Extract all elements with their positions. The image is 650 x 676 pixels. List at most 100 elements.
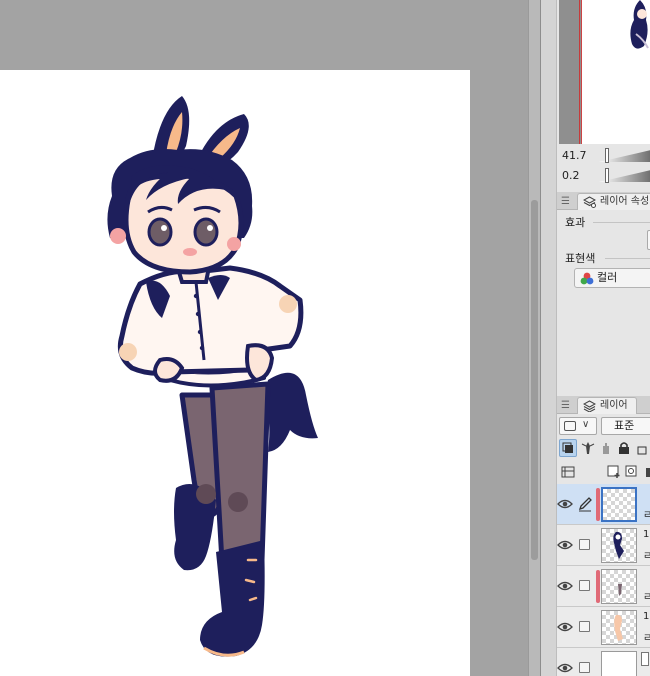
right-panel: 41.7 0.2 ☰ 레이어 속성 효과 표현색 컬러 ☰ 레이어 ∨ 표준 ㄹ… (540, 0, 650, 676)
layer-property-icon (583, 196, 596, 208)
zoom-slider[interactable]: 41.7 (559, 148, 650, 164)
tab-layer[interactable]: 레이어 (577, 397, 637, 414)
rotate-value: 0.2 (562, 169, 580, 182)
navigator-view-frame (579, 0, 580, 144)
tab-layer-property[interactable]: 레이어 속성 (577, 193, 650, 210)
new-vector-layer-button[interactable] (623, 463, 641, 481)
blend-mode-value: 표준 (614, 419, 635, 432)
chevron-down-icon: ∨ (582, 419, 590, 430)
tab-layer-property-label: 레이어 속성 (600, 196, 650, 207)
paper-layer-thumbnail (601, 651, 637, 676)
divider (593, 222, 650, 223)
eye-icon[interactable] (557, 538, 573, 552)
clipping-indicator (596, 570, 600, 603)
color-wheel-icon (580, 272, 594, 285)
layer-row[interactable] (557, 648, 650, 676)
lock-transparent-icon (637, 446, 647, 455)
layer-thumbnail (601, 569, 637, 604)
edit-target-checkbox[interactable] (579, 580, 590, 591)
layer-property-tabbar: ☰ 레이어 속성 (557, 192, 650, 210)
pen-icon (578, 497, 592, 512)
clipping-indicator (596, 488, 600, 521)
divider (605, 258, 650, 259)
rotate-slider[interactable]: 0.2 (559, 168, 650, 184)
right-eye (193, 217, 219, 247)
app-window: 41.7 0.2 ☰ 레이어 속성 효과 표현색 컬러 ☰ 레이어 ∨ 표준 ㄹ… (0, 0, 650, 676)
lock-transparency-button[interactable] (633, 439, 650, 457)
new-layer-icon (607, 465, 620, 478)
folder-icon (646, 468, 650, 477)
panel-menu-icon[interactable]: ☰ (561, 196, 570, 207)
canvas-area[interactable] (0, 0, 528, 676)
lock-layer-button[interactable] (615, 439, 633, 457)
left-eye (147, 217, 173, 247)
layer-color-dropdown[interactable]: ∨ (559, 417, 597, 435)
left-hand (153, 357, 185, 383)
layer-property-panel: 효과 표현색 컬러 (559, 212, 650, 392)
layer-subtitle: ㄹ (643, 551, 650, 562)
layer-row[interactable]: ㄹ (557, 566, 650, 607)
layer-thumbnail (601, 528, 637, 563)
zoom-value: 41.7 (562, 149, 587, 162)
draft-layer-button[interactable] (597, 439, 615, 457)
layer-row[interactable]: 1 ㄹ (557, 525, 650, 566)
eye-icon[interactable] (557, 661, 573, 675)
layer-mask-thumbnail (641, 652, 649, 666)
layer-tabbar: ☰ 레이어 (557, 396, 650, 414)
new-vector-layer-icon (625, 465, 637, 477)
navigator-panel[interactable] (559, 0, 650, 144)
reference-layer-button[interactable] (579, 439, 597, 457)
zoom-knob[interactable] (605, 148, 609, 163)
edit-target-checkbox[interactable] (579, 662, 590, 673)
lineart-thumbnail (613, 531, 624, 559)
navigator-preview[interactable] (581, 0, 650, 144)
edit-target-checkbox[interactable] (579, 539, 590, 550)
layer-options-row: ∨ 표준 ∨ (559, 416, 650, 436)
eye-icon[interactable] (557, 497, 573, 511)
color-button-label: 컬러 (597, 271, 618, 284)
rotate-knob[interactable] (605, 168, 609, 183)
layer-row[interactable]: 1 ㄹ (557, 607, 650, 648)
flat-color-thumbnail (614, 614, 623, 641)
clip-to-below-button[interactable] (559, 439, 577, 457)
layer-tool-row (559, 438, 650, 458)
new-raster-layer-button[interactable] (605, 463, 623, 481)
layer-list-button[interactable] (559, 463, 577, 481)
front-leg (209, 381, 271, 565)
lighthouse-icon (581, 442, 595, 454)
layer-stack-icon (583, 400, 596, 412)
layer-name: 1 (643, 529, 650, 540)
tab-layer-label: 레이어 (600, 400, 628, 411)
expression-color-button[interactable]: 컬러 (574, 268, 650, 288)
new-folder-button[interactable] (641, 463, 650, 481)
layer-name: 1 (643, 611, 650, 622)
layer-panel: ∨ 표준 ∨ (557, 414, 650, 676)
character-illustration (107, 96, 318, 657)
layer-row[interactable]: ㄹ (557, 484, 650, 525)
right-hand (245, 343, 275, 383)
shading-thumbnail (618, 584, 622, 596)
layer-list-icon (561, 466, 575, 478)
eye-icon[interactable] (557, 620, 573, 634)
navigator-thumbnail (630, 0, 649, 49)
layer-thumbnail (601, 610, 637, 645)
effect-label: 효과 (565, 216, 586, 229)
clip-icon (562, 442, 573, 453)
eye-icon[interactable] (557, 579, 573, 593)
layer-frame-icon (564, 421, 576, 431)
layer-tool-row-2 (559, 462, 650, 482)
expression-color-label: 표현색 (565, 252, 596, 265)
panel-menu-icon[interactable]: ☰ (561, 400, 570, 411)
blend-mode-select[interactable]: 표준 ∨ (601, 417, 650, 435)
hand-icon (603, 443, 609, 454)
layer-subtitle: ㄹ (643, 633, 650, 644)
panel-dock-strip[interactable] (541, 0, 557, 676)
tail (264, 372, 318, 452)
lock-icon (619, 442, 629, 454)
layer-subtitle: ㄹ (643, 592, 650, 603)
layer-subtitle: ㄹ (643, 510, 650, 521)
edit-target-checkbox[interactable] (579, 621, 590, 632)
layer-thumbnail (601, 487, 637, 522)
scrollbar-thumb[interactable] (531, 200, 538, 560)
canvas-vertical-scrollbar[interactable] (528, 0, 540, 676)
